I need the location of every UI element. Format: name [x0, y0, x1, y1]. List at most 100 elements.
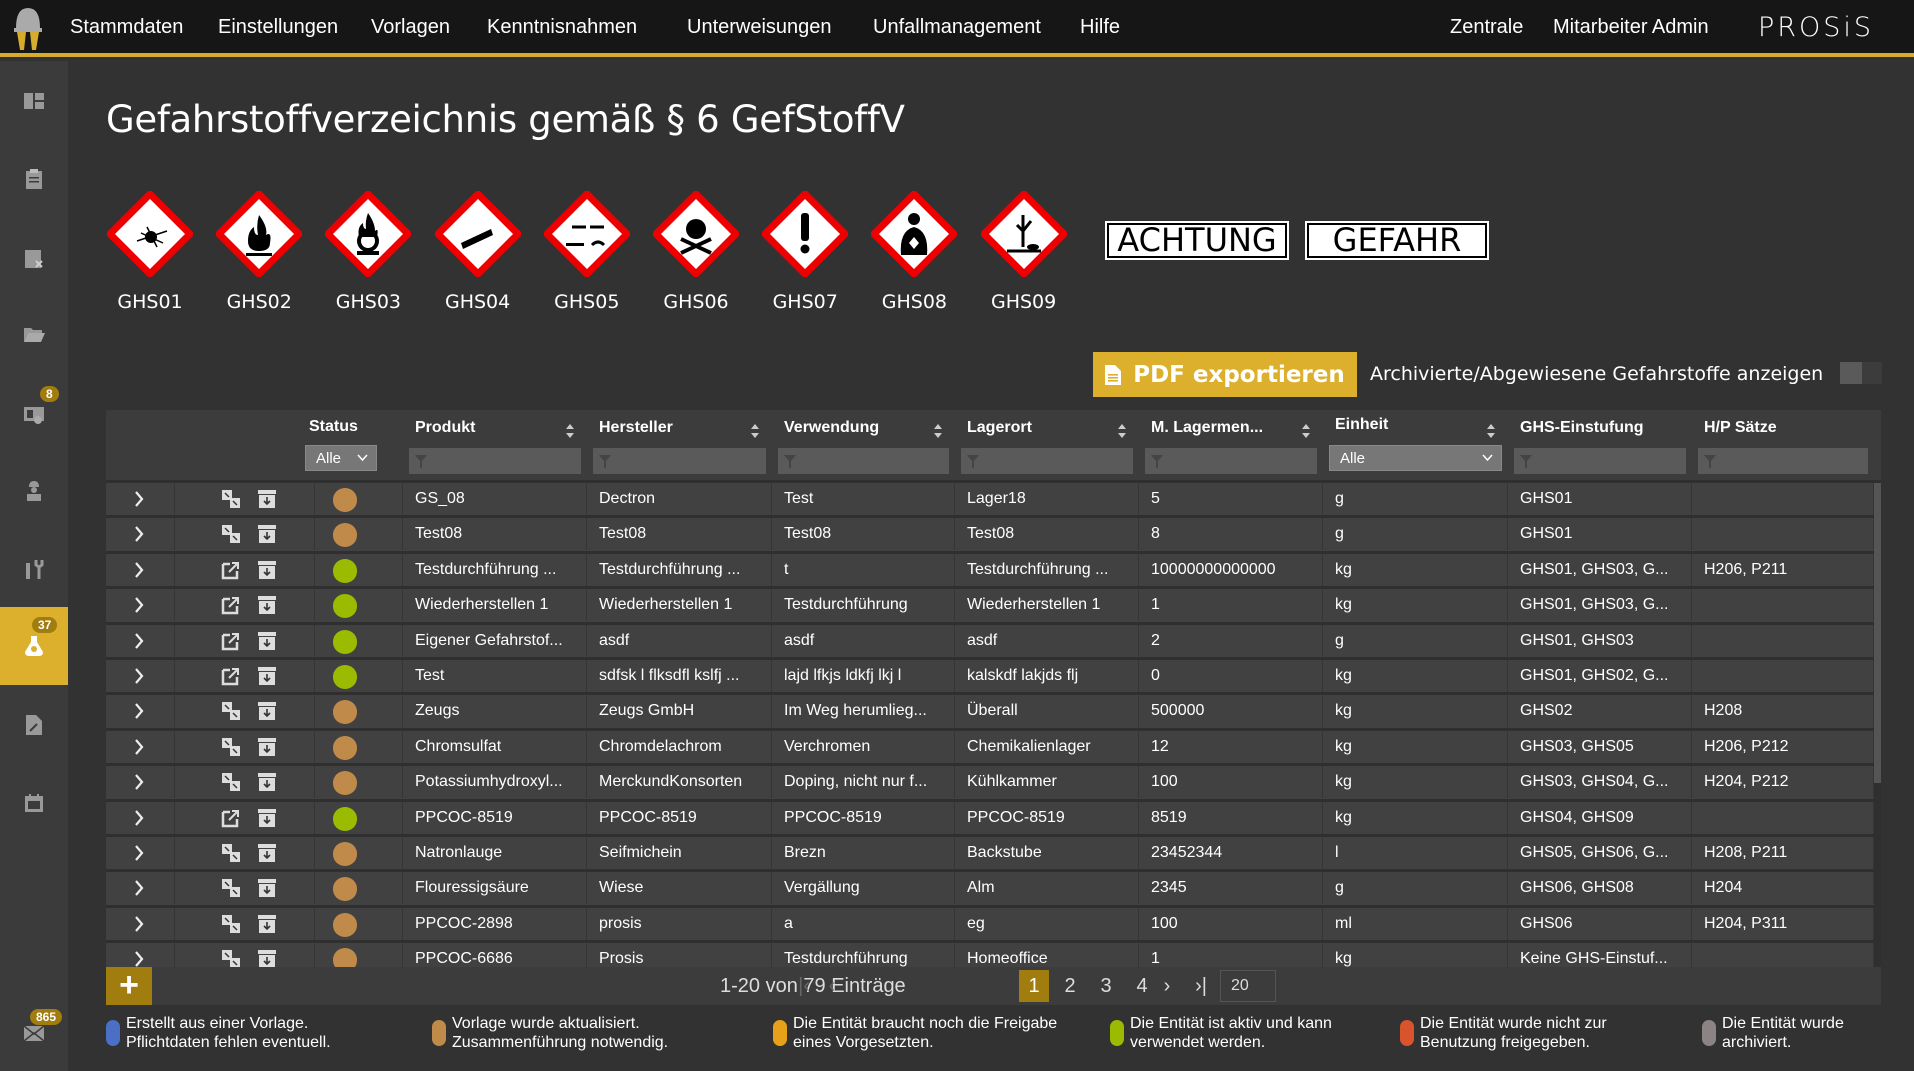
- expand-row-button[interactable]: [106, 518, 175, 551]
- expand-row-button[interactable]: [106, 553, 175, 586]
- header-lagerort[interactable]: Lagerort: [967, 419, 1032, 437]
- nav-right-0[interactable]: Zentrale: [1450, 16, 1523, 39]
- table-row[interactable]: Chromsulfat Chromdelachrom Verchromen Chemi…: [106, 730, 1874, 767]
- expand-row-button[interactable]: [106, 695, 175, 728]
- helmet-logo-icon[interactable]: [8, 4, 48, 52]
- nav-kenntnisnahmen[interactable]: Kenntnisnahmen: [487, 16, 637, 39]
- filter-lagerort-input[interactable]: [961, 448, 1133, 474]
- signal-word-achtung[interactable]: ACHTUNG: [1105, 221, 1289, 260]
- last-page-button[interactable]: ›|: [1186, 967, 1216, 1005]
- sidebar-item-tools[interactable]: [0, 539, 68, 599]
- expand-row-button[interactable]: [106, 730, 175, 763]
- header-hersteller[interactable]: Hersteller: [599, 419, 673, 437]
- archive-icon[interactable]: [257, 631, 277, 651]
- sidebar-item-dashboard[interactable]: [0, 71, 68, 131]
- open-external-icon[interactable]: [221, 631, 241, 651]
- expand-row-button[interactable]: [106, 624, 175, 657]
- filter-produkt-input[interactable]: [409, 448, 581, 474]
- expand-row-button[interactable]: [106, 907, 175, 940]
- sort-icon[interactable]: [934, 424, 942, 438]
- nav-unfallmanagement[interactable]: Unfallmanagement: [873, 16, 1041, 39]
- expand-row-button[interactable]: [106, 872, 175, 905]
- archive-icon[interactable]: [257, 808, 277, 828]
- archive-icon[interactable]: [257, 560, 277, 580]
- table-row[interactable]: Flouressigsäure Wiese Vergällung Alm 2345 g GH…: [106, 872, 1874, 908]
- nav-einstellungen[interactable]: Einstellungen: [218, 16, 338, 39]
- pdf-export-button[interactable]: PDF exportieren: [1093, 352, 1357, 397]
- add-substance-button[interactable]: +: [106, 967, 152, 1005]
- pictogram-ghs05[interactable]: GHS05: [543, 191, 630, 313]
- archive-icon[interactable]: [257, 524, 277, 544]
- sidebar-item-folder[interactable]: [0, 304, 68, 364]
- archive-icon[interactable]: [257, 595, 277, 615]
- header-hp[interactable]: H/P Sätze: [1704, 419, 1777, 437]
- pictogram-ghs07[interactable]: GHS07: [762, 191, 849, 313]
- nav-hilfe[interactable]: Hilfe: [1080, 16, 1120, 39]
- archive-icon[interactable]: [257, 878, 277, 898]
- merge-icon[interactable]: [221, 878, 241, 898]
- open-external-icon[interactable]: [221, 560, 241, 580]
- sort-icon[interactable]: [751, 424, 759, 438]
- page-1-button[interactable]: 1: [1019, 970, 1049, 1002]
- expand-row-button[interactable]: [106, 836, 175, 869]
- pictogram-ghs03[interactable]: GHS03: [325, 191, 412, 313]
- page-3-button[interactable]: 3: [1091, 967, 1121, 1005]
- page-size-input[interactable]: 20: [1220, 970, 1276, 1002]
- status-filter-select[interactable]: Alle: [305, 445, 377, 471]
- pictogram-ghs09[interactable]: GHS09: [980, 191, 1067, 313]
- filter-hersteller-input[interactable]: [593, 448, 766, 474]
- pictogram-ghs01[interactable]: GHS01: [107, 191, 193, 313]
- expand-row-button[interactable]: [106, 483, 175, 515]
- table-row[interactable]: PPCOC-8519 PPCOC-8519 PPCOC-8519 PPCOC-8519…: [106, 801, 1874, 837]
- filter-menge-input[interactable]: [1145, 448, 1317, 474]
- open-external-icon[interactable]: [221, 808, 241, 828]
- sidebar-item-worker[interactable]: [0, 461, 68, 521]
- header-menge[interactable]: M. Lagermen...: [1151, 419, 1263, 437]
- merge-icon[interactable]: [221, 737, 241, 757]
- nav-vorlagen[interactable]: Vorlagen: [371, 16, 450, 39]
- next-page-button[interactable]: ›: [1152, 967, 1182, 1005]
- open-external-icon[interactable]: [221, 666, 241, 686]
- expand-row-button[interactable]: [106, 801, 175, 834]
- nav-stammdaten[interactable]: Stammdaten: [70, 16, 183, 39]
- sidebar-item-document-edit[interactable]: [0, 695, 68, 755]
- table-row[interactable]: Eigener Gefahrstof... asdf asdf asdf 2 g GHS01…: [106, 624, 1874, 660]
- table-row[interactable]: Test sdfsk l flksdfl kslfj ... lajd lfkjs …: [106, 659, 1874, 696]
- sidebar-item-checklist[interactable]: [0, 228, 68, 288]
- einheit-filter-select[interactable]: Alle: [1329, 445, 1502, 471]
- page-2-button[interactable]: 2: [1055, 967, 1085, 1005]
- archive-icon[interactable]: [257, 701, 277, 721]
- merge-icon[interactable]: [221, 489, 241, 509]
- merge-icon[interactable]: [221, 772, 241, 792]
- header-verwendung[interactable]: Verwendung: [784, 419, 879, 437]
- header-ghs[interactable]: GHS-Einstufung: [1520, 419, 1644, 437]
- sidebar-item-mail[interactable]: 865: [0, 1003, 68, 1063]
- header-produkt[interactable]: Produkt: [415, 419, 475, 437]
- merge-icon[interactable]: [221, 914, 241, 934]
- sidebar-item-hazard-flask[interactable]: 37: [0, 607, 68, 685]
- sort-icon[interactable]: [1118, 424, 1126, 438]
- filter-ghs-input[interactable]: [1514, 448, 1686, 474]
- archive-icon[interactable]: [257, 737, 277, 757]
- expand-row-button[interactable]: [106, 589, 175, 622]
- header-einheit[interactable]: Einheit: [1335, 416, 1388, 434]
- merge-icon[interactable]: [221, 524, 241, 544]
- archive-icon[interactable]: [257, 666, 277, 686]
- expand-row-button[interactable]: [106, 766, 175, 799]
- pictogram-ghs08[interactable]: GHS08: [871, 191, 958, 313]
- archive-icon[interactable]: [257, 489, 277, 509]
- merge-icon[interactable]: [221, 843, 241, 863]
- sidebar-item-calendar[interactable]: [0, 773, 68, 833]
- sidebar-item-instruction[interactable]: 8: [0, 384, 68, 444]
- first-page-button[interactable]: |‹: [789, 967, 819, 1005]
- sort-icon[interactable]: [1302, 424, 1310, 438]
- nav-right-1[interactable]: Mitarbeiter Admin: [1553, 16, 1709, 39]
- table-row[interactable]: Wiederherstellen 1 Wiederherstellen 1 Test…: [106, 589, 1874, 625]
- table-row[interactable]: Zeugs Zeugs GmbH Im Weg herumlieg... Überal…: [106, 695, 1874, 731]
- table-row[interactable]: Test08 Test08 Test08 Test08 8 g GHS01: [106, 518, 1874, 554]
- pictogram-ghs02[interactable]: GHS02: [216, 191, 303, 313]
- sort-icon[interactable]: [566, 424, 574, 438]
- table-row[interactable]: GS_08 Dectron Test Lager18 5 g GHS01: [106, 483, 1874, 519]
- table-row[interactable]: PPCOC-2898 prosis a eg 100 ml GHS06 H204, P311: [106, 907, 1874, 944]
- table-row[interactable]: Natronlauge Seifmichein Brezn Backstube 2345…: [106, 836, 1874, 873]
